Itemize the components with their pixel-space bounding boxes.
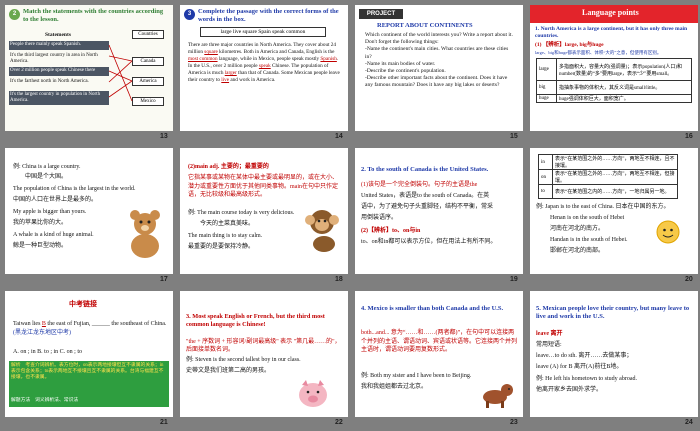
exam-options: A. on ; in B. to ; in C. on ; to [13,349,83,355]
example-line: 我的苹果比你的大。 [13,220,68,226]
example-line: 史蒂文是我们班第二高的男孩。 [186,368,271,374]
slide-number: 14 [335,133,343,140]
project-body: Which continent of the world interests y… [365,32,513,89]
example-line: 中国的人口在世界上是最多的。 [13,197,98,203]
example-line: 中国是个大国。 [25,174,68,180]
explanation-line: 常用短语: [536,342,562,348]
slide-number: 17 [160,276,168,283]
slide-thumbnail-18[interactable]: (2)main adj. 主要的；最重要的 它指某事或某物在某体中最主要或最明显… [180,148,348,274]
example-line: 河南在河北的南方。 [550,226,605,232]
slide-thumbnail-23[interactable]: 4. Mexico is smaller than both Canada an… [355,291,523,417]
slide-thumbnail-20[interactable]: in 表示“在某范围之外的……方向”，两地互不相连，且不接壤。 on 表示“在某范围… [530,148,698,274]
example-line: Henan is on the south of Hebei [550,215,625,221]
table-cell: 指抽象事物的体积大，其反义词是small/little。 [556,80,692,95]
language-point: 5. Mexican people love their country, bu… [536,305,690,320]
word-box: large live square Spain speak common [200,27,326,37]
example-line: 例: Steven is the second tallest boy in o… [186,357,301,363]
language-point: 3. Most speak English or French, but the… [186,313,325,328]
language-point: 4. Mexico is smaller than both Canada an… [361,305,504,312]
slide-number: 23 [510,419,518,426]
slide-title: Complete the passage with the correct fo… [198,8,339,23]
table-cell: 表示“在某范围之内的……方向”，一地归属另一地。 [552,184,678,199]
example-line: 最重要的是要保持冷静。 [188,244,255,250]
language-point: 2. To the south of Canada is the United … [361,166,489,173]
slide-thumbnail-14[interactable]: 3 Complete the passage with the correct … [180,5,348,131]
example-line: 我和我姐姐都去过北京。 [361,384,428,390]
explanation-line: (1)该句是一个完全倒装句。句子的主语是the [361,182,478,188]
slide-number: 22 [335,419,343,426]
monkey-illustration [305,210,339,252]
table-cell: 表示“在某范围之外的……方向”，两地互不相连，但接壤。 [552,169,678,185]
slide-number: 13 [160,133,168,140]
table-cell: large [536,58,557,81]
point-note: large、big和huge都表示面积、体积“大的”之意，但使用有区别。 [535,50,662,55]
explanation-line: leave 离开 [536,331,563,337]
explanation-line: to、on和in都可以表示方位，但在用法上有所不同。 [361,239,497,245]
pig-illustration [299,380,327,407]
match-lines [108,44,133,102]
example-line: 他离开家乡去国外求学。 [536,387,603,393]
exam-link-title: 中考链接 [69,300,97,308]
slide-number: 20 [685,276,693,283]
project-tag: PROJECT [359,9,403,19]
example-line: The population of China is the largest i… [13,186,136,192]
explanation-text: 解析 考查介词辨析。表方位时，on表示两地接壤但互不隶属的关系；in表示包含关系… [11,363,164,381]
explanation-line: leave (A) for B 离开(A)前往B地。 [536,364,623,370]
example-line: 例: Japan is to the east of China. 日本在中国的… [536,204,670,210]
language-point: 1. North America is a large continent, b… [535,26,688,39]
example-line: A whale is a kind of huge animal. [13,232,94,238]
comparison-table: large 多指面积大，容量大的(强调量)；表示population(人口)和nu… [536,58,692,103]
bear-illustration [130,210,160,258]
explanation-line: both...and... 意为“……和……(两者都)”，在句中可以连接两个并列… [361,330,518,353]
example-line: 鲸是一种巨型动物。 [13,243,68,249]
slide-number: 21 [160,419,168,426]
slide-thumbnail-21[interactable]: 中考链接 Taiwan lies B the east of Fujian, _… [5,291,173,417]
explanation-line: "the + 序数词 + 形容词/副词最高级" 表示 "第几最……的"，后面接单… [186,339,341,353]
slide-thumbnail-15[interactable]: PROJECT REPORT ABOUT CONTINENTS Which co… [355,5,523,131]
example-line: 例: China is a large country. [13,164,81,170]
slide-thumbnail-19[interactable]: 2. To the south of Canada is the United … [355,148,523,274]
project-title: REPORT ABOUT CONTINENTS [377,22,473,29]
preposition-table: in 表示“在某范围之外的……方向”，两地互不相连，且不接壤。 on 表示“在某范围… [538,154,678,199]
point-subtitle: (1) 【辨析】large, big与huge [535,42,604,48]
solution-method: 解题方法 词义辨析法、常识法 [11,398,79,403]
point-explanation: 它指某事或某物在某体中最主要或最明显的，或在大小、潜力或重要性方面优于其他同类事… [188,175,339,198]
slide-number: 18 [335,276,343,283]
point-heading: (2)main adj. 主要的；最重要的 [188,164,269,170]
slide-number: 16 [685,133,693,140]
slide-thumbnail-17[interactable]: 例: China is a large country. 中国是个大国。 The… [5,148,173,274]
slide-title: Language points [582,8,639,17]
explanation-line: 用倒装语序。 [361,215,398,221]
example-line: Handan is in the south of Hebei. [550,237,628,243]
table-cell: to [538,184,553,199]
slide-thumbnail-24[interactable]: 5. Mexican people love their country, bu… [530,291,698,417]
slide-thumbnail-13[interactable]: 2 Match the statements with the countrie… [5,5,173,131]
table-cell: 表示“在某范围之外的……方向”，两地互不相连，且不接壤。 [552,154,678,170]
example-line: 邯郸在河北的南部。 [550,248,605,254]
table-cell: huge强调体积巨大，面积宽广。 [556,94,692,103]
explanation-line: 语中，为了避免句子头重脚轻，结构不平衡，常采 [361,204,494,210]
example-line: 今天的主菜真美味。 [200,221,255,227]
slide-number: 24 [685,419,693,426]
example-line: The main thing is to stay calm. [188,233,263,239]
slide-thumbnail-16[interactable]: Language points 1. North America is a la… [530,5,698,131]
explanation-line: (2)【辨析】to、on与in [361,228,421,234]
example-line: 例: He left his hometown to study abroad. [536,376,637,382]
dog-illustration [483,384,513,408]
exam-question: Taiwan lies B the east of Fujian, ______… [13,321,167,336]
slide-thumbnail-22[interactable]: 3. Most speak English or French, but the… [180,291,348,417]
table-cell: on [538,169,553,185]
slide-number: 15 [510,133,518,140]
table-cell: 多指面积大，容量大的(强调量)；表示population(人口)和number(… [556,58,692,81]
table-cell: in [538,154,553,170]
slide-number: 19 [510,276,518,283]
explanation-line: United States，表语是to the south of Canada。… [361,193,490,199]
passage: There are three major countries in North… [188,42,340,83]
table-cell: big [536,80,557,95]
sun-illustration [656,220,680,244]
slide-number-badge: 3 [184,9,195,20]
example-line: My apple is bigger than yours. [13,209,87,215]
table-cell: huge [536,94,557,103]
explanation-line: leave…to do sth. 离开……去做某事； [536,353,633,359]
